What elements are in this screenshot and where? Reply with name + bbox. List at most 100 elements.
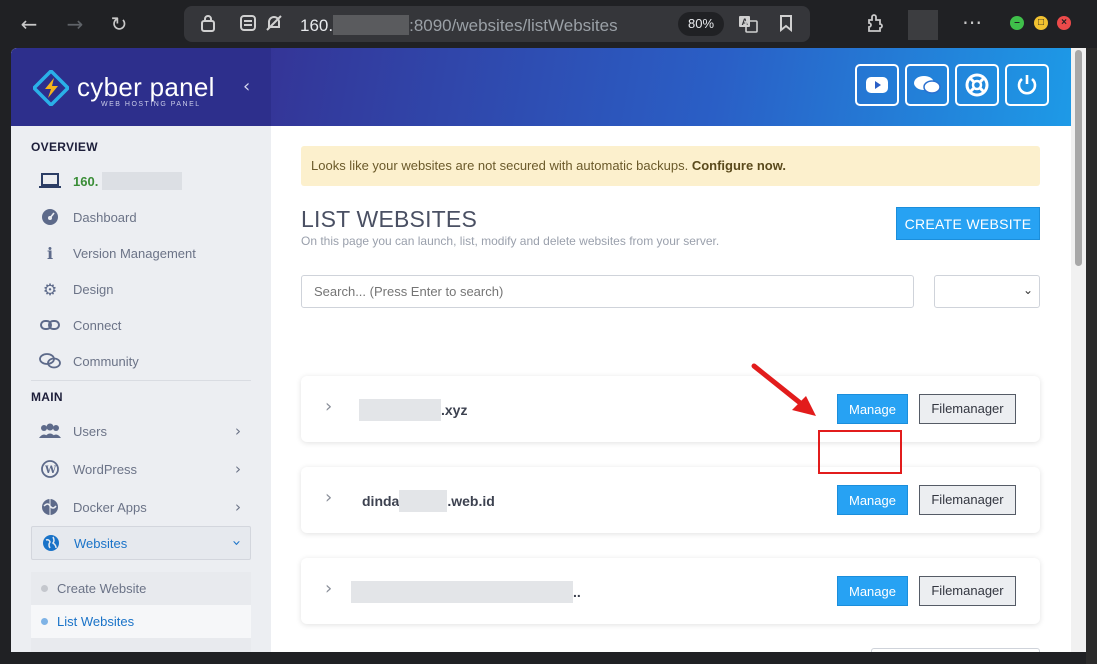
chevron-down-icon: ›	[228, 540, 246, 546]
profile-avatar[interactable]	[908, 10, 938, 40]
sidebar-item-version-management[interactable]: i Version Management	[31, 236, 251, 270]
minimize-icon[interactable]: –	[1010, 16, 1024, 30]
websites-submenu: Create Website List Websites	[31, 572, 251, 652]
submenu-create-website[interactable]: Create Website	[31, 572, 251, 605]
url-text[interactable]: 160.:8090/websites/listWebsites	[300, 15, 618, 36]
bullet-icon	[41, 618, 48, 625]
red-arrow-icon	[751, 363, 816, 416]
close-icon[interactable]: ×	[1057, 16, 1071, 30]
back-icon[interactable]: ←	[16, 10, 42, 38]
sidebar-item-community[interactable]: Community	[31, 344, 251, 378]
cyberpanel-page: cyber panel WEB HOSTING PANEL ‹ OVERVIEW…	[11, 48, 1084, 652]
wordpress-icon: W	[39, 458, 61, 480]
chevron-down-icon: ⌄	[1022, 283, 1033, 297]
chat-bubbles-icon[interactable]	[905, 64, 949, 106]
filemanager-button[interactable]: Filemanager	[919, 394, 1016, 424]
sidebar-item-design[interactable]: ⚙ Design	[31, 272, 251, 306]
filemanager-button[interactable]: Filemanager	[919, 485, 1016, 515]
sidebar-item-users[interactable]: Users ›	[31, 414, 251, 448]
reload-icon[interactable]: ↻	[106, 10, 132, 38]
main-section-title: MAIN	[31, 390, 63, 404]
server-ip-label: 160.	[73, 173, 99, 189]
redacted-domain	[399, 490, 448, 512]
youtube-icon[interactable]	[855, 64, 899, 106]
page-title: LIST WEBSITES	[301, 206, 477, 232]
overview-section-title: OVERVIEW	[31, 140, 98, 154]
configure-now-link[interactable]: Configure now.	[692, 158, 786, 173]
lifebuoy-icon[interactable]	[955, 64, 999, 106]
bullet-icon	[41, 585, 48, 592]
website-domain[interactable]: dinda .web.id	[362, 490, 495, 512]
filter-select[interactable]: ⌄	[934, 275, 1040, 308]
website-domain[interactable]: ..	[351, 581, 581, 603]
top-header	[271, 48, 1084, 126]
chat-icon	[39, 350, 61, 372]
manage-button[interactable]: Manage	[837, 394, 908, 424]
chevron-right-icon: ›	[235, 422, 241, 440]
backup-alert: Looks like your websites are not secured…	[301, 146, 1040, 186]
sidebar-divider	[31, 380, 251, 381]
search-input[interactable]	[301, 275, 914, 308]
chevron-right-icon[interactable]: ›	[325, 487, 332, 508]
dashboard-icon	[39, 206, 61, 228]
create-website-button[interactable]: CREATE WEBSITE	[896, 207, 1040, 240]
sidebar-item-server[interactable]: 160.	[31, 164, 251, 198]
browser-toolbar: ← → ↻ 160.:8090/websites/listWebsites 80…	[0, 0, 1097, 48]
sidebar-item-docker-apps[interactable]: Docker Apps ›	[31, 490, 251, 524]
redacted-domain	[359, 399, 441, 421]
notifications-off-icon[interactable]	[264, 14, 284, 34]
sidebar-item-connect[interactable]: Connect	[31, 308, 251, 342]
redacted-ip	[333, 15, 410, 35]
lock-icon[interactable]	[198, 14, 218, 34]
redacted-ip	[102, 172, 183, 190]
power-icon[interactable]	[1005, 64, 1049, 106]
info-icon: i	[46, 243, 54, 263]
background-window-edge	[1086, 48, 1097, 664]
extensions-icon[interactable]	[864, 12, 886, 39]
submenu-list-websites[interactable]: List Websites	[31, 605, 251, 638]
sidebar-item-dashboard[interactable]: Dashboard	[31, 200, 251, 234]
chevron-right-icon: ›	[235, 460, 241, 478]
zoom-indicator[interactable]: 80%	[678, 12, 724, 36]
docker-icon	[39, 496, 61, 518]
link-icon	[39, 314, 61, 336]
redacted-domain	[351, 581, 573, 603]
gear-icon: ⚙	[42, 279, 58, 299]
svg-text:A: A	[742, 17, 749, 27]
globe-icon	[40, 532, 62, 554]
site-settings-icon[interactable]	[238, 14, 258, 34]
reading-list-icon[interactable]	[776, 14, 796, 34]
forward-icon[interactable]: →	[62, 10, 88, 38]
chevron-right-icon: ›	[235, 498, 241, 516]
brand-name: cyber panel	[77, 72, 215, 102]
filemanager-button[interactable]: Filemanager	[919, 576, 1016, 606]
cyberpanel-logo-icon[interactable]	[33, 70, 69, 106]
more-options-icon[interactable]: ⋯	[962, 10, 982, 34]
website-card: › .. Manage Filemanager	[301, 558, 1040, 624]
main-content: Looks like your websites are not secured…	[271, 126, 1082, 652]
vertical-scrollbar[interactable]	[1071, 48, 1086, 652]
translate-icon[interactable]: A	[738, 14, 758, 34]
laptop-icon	[39, 170, 61, 192]
chevron-right-icon[interactable]: ›	[325, 578, 332, 599]
highlight-box	[818, 430, 902, 474]
manage-button[interactable]: Manage	[837, 485, 908, 515]
scrollbar-thumb[interactable]	[1075, 50, 1082, 266]
brand-header: cyber panel WEB HOSTING PANEL ‹	[11, 48, 271, 126]
users-icon	[39, 420, 61, 442]
maximize-icon[interactable]: □	[1034, 16, 1048, 30]
page-subtitle: On this page you can launch, list, modif…	[301, 234, 720, 248]
brand-tagline: WEB HOSTING PANEL	[101, 101, 201, 108]
collapse-sidebar-icon[interactable]: ‹	[243, 76, 250, 97]
manage-button[interactable]: Manage	[837, 576, 908, 606]
website-domain[interactable]: .xyz	[359, 399, 467, 421]
sidebar-item-websites[interactable]: Websites ›	[31, 526, 251, 560]
sidebar-item-wordpress[interactable]: W WordPress ›	[31, 452, 251, 486]
chevron-right-icon[interactable]: ›	[325, 396, 332, 417]
website-card: › .xyz Manage Filemanager	[301, 376, 1040, 442]
address-bar[interactable]: 160.:8090/websites/listWebsites 80% A	[184, 6, 810, 42]
svg-text:W: W	[44, 465, 57, 476]
page-size-select[interactable]: ⌄	[871, 648, 1040, 652]
website-card: › dinda .web.id Manage Filemanager	[301, 467, 1040, 533]
sidebar: cyber panel WEB HOSTING PANEL ‹ OVERVIEW…	[11, 48, 271, 652]
